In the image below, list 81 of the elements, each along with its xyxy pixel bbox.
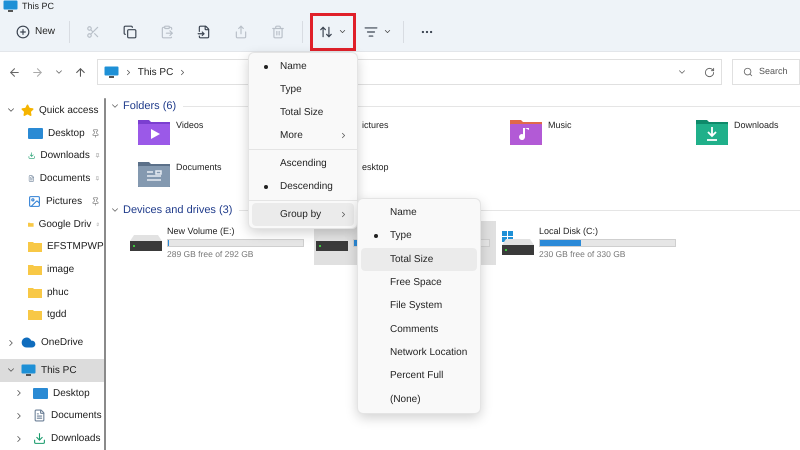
search-field[interactable]: Search	[732, 59, 800, 85]
folder-icon	[28, 241, 42, 252]
sidebar-item[interactable]: Desktop	[0, 382, 104, 405]
chevron-right-icon	[339, 210, 348, 219]
chevron-right-icon	[339, 131, 348, 140]
section-title: Folders (6)	[123, 98, 176, 114]
sidebar-item[interactable]: EFSTMPWP	[0, 235, 104, 258]
sidebar-item[interactable]: Quick access	[0, 99, 104, 122]
drive-free-space: 289 GB free of 292 GB	[167, 249, 254, 260]
search-input[interactable]: Search	[758, 65, 799, 79]
clipboard-icon	[160, 24, 174, 38]
sort-arrows-icon	[319, 24, 334, 38]
drive-tile[interactable]: Local Disk (C:) 230 GB free of 330 GB	[500, 221, 682, 265]
search-icon	[742, 67, 753, 77]
new-button[interactable]: New	[12, 16, 60, 48]
document-icon	[33, 409, 46, 422]
scrollbar[interactable]	[104, 98, 106, 450]
monitor-icon	[3, 0, 18, 12]
menu-item[interactable]: Descending	[252, 175, 354, 198]
menu-item[interactable]: Total Size	[252, 101, 354, 124]
menu-item[interactable]: Free Space	[361, 270, 477, 294]
breadcrumb[interactable]: This PC	[138, 64, 174, 80]
rename-icon	[197, 24, 212, 38]
music-folder-icon	[510, 119, 542, 145]
picture-icon	[28, 194, 41, 208]
chevron-down-icon	[338, 27, 348, 36]
folder-icon	[28, 264, 42, 275]
sidebar-item[interactable]: Downloads	[0, 144, 104, 168]
up-arrow-icon[interactable]	[74, 66, 87, 78]
share-icon	[234, 24, 248, 38]
menu-item[interactable]: (None)	[361, 387, 477, 411]
sidebar-item[interactable]: phuc	[0, 280, 104, 304]
plus-circle-icon	[16, 24, 30, 38]
menu-item[interactable]: File System	[361, 294, 477, 318]
menu-item[interactable]: Type	[361, 224, 477, 248]
sidebar-item[interactable]: tgdd	[0, 304, 104, 326]
desktop-icon	[28, 128, 43, 139]
sidebar-item[interactable]: Documents	[0, 404, 104, 428]
system-drive-icon	[502, 231, 534, 255]
monitor-icon	[104, 66, 119, 78]
drive-icon	[130, 235, 162, 251]
sidebar-item[interactable]: image	[0, 258, 104, 281]
folder-tile[interactable]: Downloads	[696, 119, 800, 145]
scissors-icon	[86, 24, 100, 38]
download-folder-icon	[696, 119, 728, 145]
cloud-icon	[21, 335, 36, 350]
monitor-icon	[21, 364, 36, 377]
trash-icon	[271, 24, 286, 38]
sidebar-item[interactable]: Google Driv	[0, 212, 104, 236]
menu-item[interactable]: Name	[361, 201, 477, 224]
desktop-icon	[33, 388, 48, 399]
sidebar-item[interactable]: Documents	[0, 167, 104, 190]
list-icon	[364, 24, 378, 38]
video-folder-icon	[138, 119, 170, 145]
drive-free-space: 230 GB free of 330 GB	[539, 249, 626, 260]
menu-item[interactable]: Group by	[252, 203, 354, 226]
back-arrow-icon[interactable]	[8, 66, 21, 78]
menu-item[interactable]: Ascending	[252, 152, 354, 175]
document-folder-icon	[138, 161, 170, 187]
folder-icon	[28, 309, 42, 320]
star-icon	[21, 104, 34, 117]
menu-item[interactable]: Comments	[361, 317, 477, 341]
window-title: This PC	[22, 2, 54, 10]
sidebar-item[interactable]: OneDrive	[0, 331, 104, 354]
sidebar-item[interactable]: Pictures	[0, 190, 104, 213]
copy-icon	[123, 24, 138, 38]
menu-item[interactable]: Percent Full	[361, 364, 477, 388]
folder-tile[interactable]: Music	[510, 119, 696, 145]
menu-item[interactable]: More	[252, 124, 354, 147]
download-icon	[33, 432, 46, 446]
chevron-down-icon	[383, 27, 392, 36]
sidebar-item[interactable]: Desktop	[0, 122, 104, 144]
sidebar-item[interactable]: This PC	[0, 359, 104, 382]
drive-name: Local Disk (C:)	[539, 226, 600, 237]
section-title: Devices and drives (3)	[123, 202, 232, 218]
refresh-icon[interactable]	[704, 66, 715, 78]
menu-item[interactable]: Network Location	[361, 340, 477, 364]
sidebar-item[interactable]: Downloads	[0, 427, 104, 450]
menu-item[interactable]: Total Size	[361, 248, 477, 271]
folder-icon	[28, 286, 42, 298]
drive-name: New Volume (E:)	[167, 226, 236, 237]
